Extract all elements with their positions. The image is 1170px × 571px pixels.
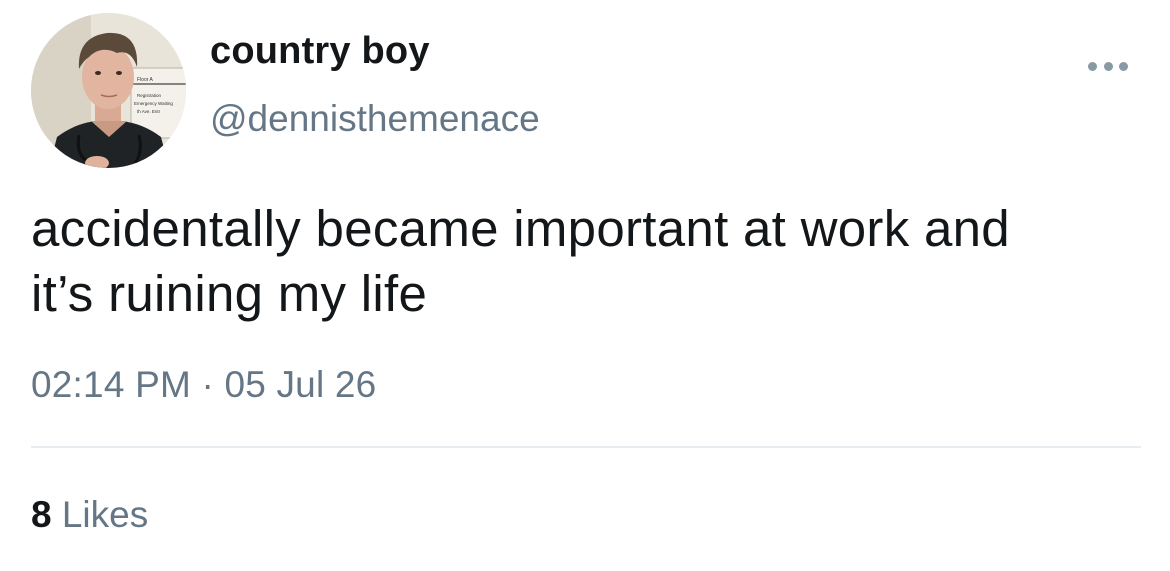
avatar[interactable]: Floor A Registration Emergency Waiting t… <box>31 13 186 168</box>
likes-link[interactable]: 8 Likes <box>31 494 148 536</box>
tweet-timestamp[interactable]: 02:14 PM · 05 Jul 26 <box>31 364 376 406</box>
tweet-text-line: accidentally became important at work an… <box>31 200 1010 257</box>
tweet-text: accidentally became important at work an… <box>31 196 1151 326</box>
more-horizontal-icon-dot <box>1119 61 1128 71</box>
avatar-sign-line1: Floor A <box>137 77 154 83</box>
likes-count: 8 <box>31 494 52 535</box>
avatar-sign-line2: Registration <box>137 93 162 98</box>
more-options-button[interactable] <box>1088 56 1128 76</box>
tweet-card: Floor A Registration Emergency Waiting t… <box>0 0 1170 571</box>
tweet-text-line: it’s ruining my life <box>31 265 428 322</box>
user-handle[interactable]: @dennisthemenace <box>210 98 540 140</box>
more-horizontal-icon <box>1088 61 1097 71</box>
likes-label: Likes <box>61 494 149 535</box>
avatar-photo: Floor A Registration Emergency Waiting t… <box>31 13 186 168</box>
more-horizontal-icon-dot <box>1103 61 1113 71</box>
display-name[interactable]: country boy <box>210 30 430 73</box>
divider <box>31 446 1141 448</box>
avatar-sign-line3: Emergency Waiting <box>134 101 173 106</box>
avatar-sign-line4: th Ave. Entr <box>137 109 161 114</box>
